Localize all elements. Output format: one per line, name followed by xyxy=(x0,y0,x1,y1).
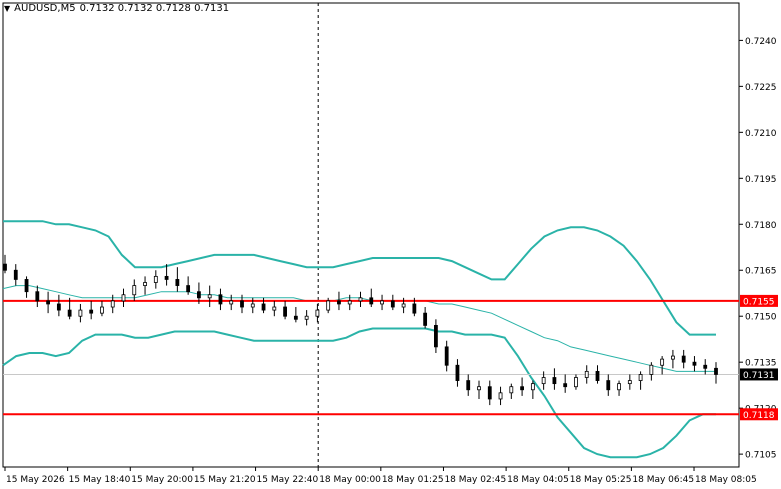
candle-body xyxy=(3,263,7,271)
candle-body xyxy=(390,300,395,308)
x-tick-label: 18 May 06:45 xyxy=(632,475,694,485)
candle-body xyxy=(714,367,718,375)
level-price-label: 0.7155 xyxy=(743,297,775,307)
plot-frame xyxy=(2,2,740,468)
chart-window[interactable]: ▼ AUDUSD,M5 0.7132 0.7132 0.7128 0.7131 … xyxy=(0,0,781,489)
candle-body xyxy=(261,303,266,311)
y-tick-label: 0.7240 xyxy=(745,37,777,47)
candle-body xyxy=(692,361,697,366)
candle-body xyxy=(293,315,298,320)
candle-body xyxy=(272,306,277,311)
bollinger-lower-band xyxy=(2,327,716,459)
candle-body xyxy=(315,309,320,317)
y-tick-label: 0.7195 xyxy=(745,175,777,185)
candle-body xyxy=(186,285,191,293)
y-tick-label: 0.7105 xyxy=(745,451,777,461)
candle-body xyxy=(520,386,524,391)
candle-body xyxy=(13,269,18,280)
candle-body xyxy=(143,282,147,286)
candle-body xyxy=(552,377,557,385)
candle-body xyxy=(380,300,384,305)
price-chart[interactable]: 0.7240 0.7225 0.7210 0.7195 0.7180 0.7165 0.71… xyxy=(0,0,781,489)
candle-body xyxy=(498,392,503,400)
x-tick-label: 15 May 21:20 xyxy=(194,475,256,485)
candle-body xyxy=(121,294,126,302)
bollinger-upper-band xyxy=(3,220,716,336)
candle-body xyxy=(56,303,61,311)
current-price-label: 0.7131 xyxy=(743,371,775,381)
y-tick-label: 0.7150 xyxy=(745,313,777,323)
x-tick-label: 18 May 00:00 xyxy=(319,475,381,485)
candle-body xyxy=(681,355,686,363)
candle-body xyxy=(649,364,654,375)
candle-body xyxy=(46,300,50,305)
x-tick-label: 15 May 2026 xyxy=(6,475,65,485)
candle-body xyxy=(35,291,40,302)
candle-body xyxy=(337,300,341,305)
candle-body xyxy=(401,303,406,308)
candle-body xyxy=(530,383,535,391)
candle-body xyxy=(67,309,72,317)
x-tick-label: 15 May 20:00 xyxy=(131,475,193,485)
candle-body xyxy=(197,291,201,299)
y-tick-label: 0.7165 xyxy=(745,267,777,277)
candle-body xyxy=(444,346,449,366)
candle-body xyxy=(627,380,632,385)
candle-body xyxy=(153,275,158,283)
candle-body xyxy=(132,285,137,296)
candle-body xyxy=(541,377,546,385)
y-tick-label: 0.7180 xyxy=(745,221,777,231)
candle-body xyxy=(326,300,331,311)
candle-body xyxy=(563,383,568,388)
y-tick-label: 0.7225 xyxy=(745,83,777,93)
candle-body xyxy=(574,377,578,388)
y-tick-label: 0.7210 xyxy=(745,129,777,139)
candle-body xyxy=(229,300,234,305)
candle-body xyxy=(100,306,104,314)
candle-body xyxy=(347,300,352,305)
candle-body xyxy=(240,300,244,308)
candle-body xyxy=(250,303,255,308)
candle-body xyxy=(660,358,665,366)
x-tick-label: 18 May 04:05 xyxy=(507,475,569,485)
candle-body xyxy=(358,297,363,302)
candle-body xyxy=(304,315,309,320)
candle-body xyxy=(434,325,438,348)
candle-body xyxy=(207,294,212,299)
level-price-label: 0.7118 xyxy=(743,411,775,421)
candle-body xyxy=(24,279,29,293)
candle-body xyxy=(703,364,708,369)
candle-body xyxy=(78,309,83,317)
candle-body xyxy=(638,374,643,381)
x-tick-label: 15 May 22:40 xyxy=(257,475,319,485)
candle-body xyxy=(283,306,287,317)
candle-body xyxy=(455,364,460,381)
candle-body xyxy=(110,300,115,308)
candle-body xyxy=(423,312,428,326)
y-tick-label: 0.7135 xyxy=(745,359,777,369)
candle-body xyxy=(164,275,169,280)
candle-body xyxy=(477,386,481,391)
candle-body xyxy=(89,309,94,314)
candle-body xyxy=(369,297,374,305)
candle-body xyxy=(595,370,600,381)
candle-body xyxy=(509,386,514,394)
candle-body xyxy=(218,294,223,305)
x-tick-label: 18 May 02:45 xyxy=(444,475,506,485)
x-tick-label: 18 May 08:05 xyxy=(695,475,757,485)
candle-body xyxy=(671,355,675,360)
candle-body xyxy=(175,279,180,286)
candle-body xyxy=(412,303,417,314)
candle-body xyxy=(606,380,611,391)
candle-body xyxy=(584,370,589,378)
candle-body xyxy=(487,386,492,400)
x-tick-label: 18 May 05:25 xyxy=(570,475,632,485)
x-tick-label: 18 May 01:25 xyxy=(382,475,444,485)
candle-body xyxy=(617,383,621,391)
x-tick-label: 15 May 18:40 xyxy=(69,475,131,485)
candle-body xyxy=(466,380,471,391)
